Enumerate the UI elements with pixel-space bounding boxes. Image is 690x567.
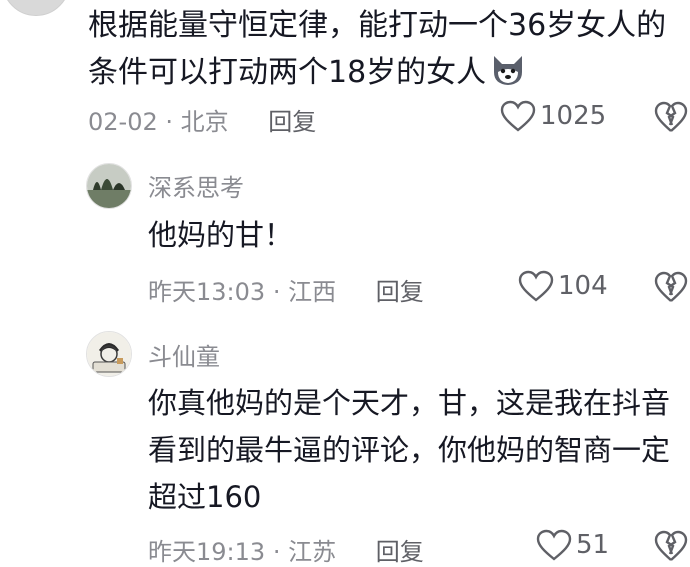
reply-button[interactable]: 回复 [376, 278, 424, 306]
reply-meta: 昨天13:03 · 江西 回复 [148, 272, 424, 307]
reply-text: 他妈的甘！ [148, 218, 294, 252]
meta-separator: · [272, 538, 289, 566]
like-count: 104 [558, 271, 608, 301]
like-button[interactable]: 51 [536, 529, 609, 561]
comment-text: 根据能量守恒定律，能打动一个36岁女人的条件可以打动两个18岁的女人 [88, 2, 683, 96]
like-button[interactable]: 1025 [500, 100, 606, 132]
comment-body: 根据能量守恒定律，能打动一个36岁女人的条件可以打动两个18岁的女人 [88, 8, 667, 90]
dislike-icon[interactable] [654, 271, 688, 303]
reply-button[interactable]: 回复 [268, 108, 316, 136]
heart-icon [500, 100, 536, 132]
reply-text: 你真他妈的是个天才，甘，这是我在抖音看到的最牛逼的评论，你他妈的智商一定超过16… [148, 386, 671, 514]
dislike-icon[interactable] [654, 101, 688, 133]
heart-icon [518, 270, 554, 302]
reply-author-name[interactable]: 斗仙童 [148, 337, 220, 372]
reply-author-name[interactable]: 深系思考 [148, 168, 244, 203]
meta-separator: · [165, 108, 181, 136]
like-count: 1025 [540, 101, 607, 131]
reply-button[interactable]: 回复 [376, 538, 424, 566]
reply-location: 江西 [288, 278, 337, 306]
like-count: 51 [576, 530, 610, 560]
dislike-icon[interactable] [654, 530, 688, 562]
heart-icon [536, 529, 572, 561]
wolf-emoji-icon [488, 52, 528, 88]
reply-date: 昨天13:03 [148, 278, 266, 306]
comment-location: 北京 [180, 108, 229, 136]
like-button[interactable]: 104 [518, 270, 608, 302]
reply-location: 江苏 [288, 538, 337, 566]
comment-date: 02-02 [88, 108, 158, 136]
meta-separator: · [272, 278, 289, 306]
comment-meta: 02-02 · 北京 回复 [88, 102, 316, 137]
reply-meta: 昨天19:13 · 江苏 回复 [148, 532, 424, 567]
reply-avatar[interactable] [86, 163, 132, 209]
avatar[interactable] [2, 0, 70, 16]
reply-avatar[interactable] [86, 331, 132, 377]
reply-date: 昨天19:13 [148, 538, 266, 566]
